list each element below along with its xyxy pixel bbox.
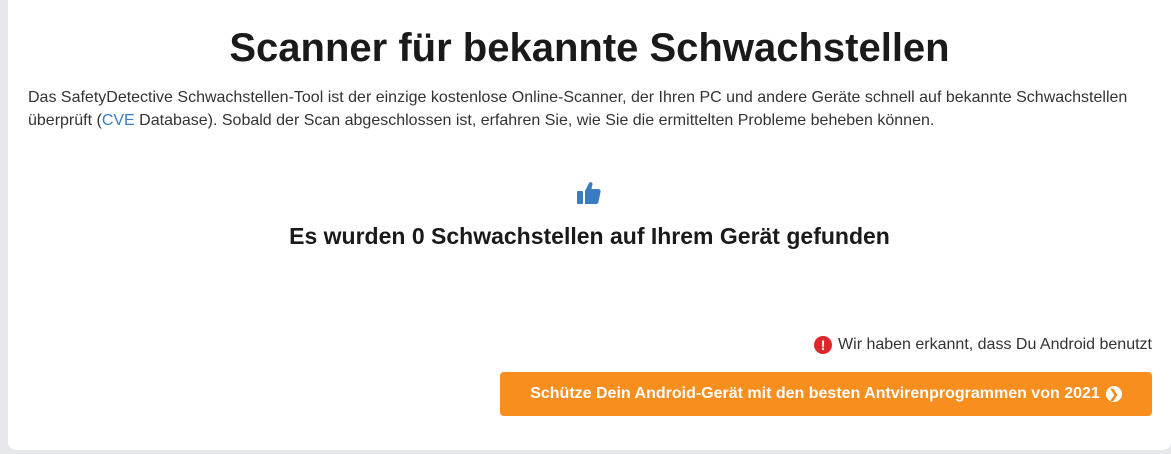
thumbs-up-icon [577,182,601,204]
scanner-card: Scanner für bekannte Schwachstellen Das … [8,0,1171,450]
page-title: Scanner für bekannte Schwachstellen [229,26,950,70]
chevron-circle-right-icon: ❯ [1105,386,1122,402]
intro-text-after: Database). Sobald der Scan abgeschlossen… [134,112,935,129]
result-message: Es wurden 0 Schwachstellen auf Ihrem Ger… [289,223,890,249]
os-detection-text: Wir haben erkannt, dass Du Android benut… [838,336,1152,353]
os-detection-notice: ! Wir haben erkannt, dass Du Android ben… [814,335,1152,355]
cve-link[interactable]: CVE [102,112,135,129]
protect-android-button-label: Schütze Dein Android-Gerät mit den beste… [530,385,1100,402]
alert-icon: ! [814,336,833,354]
intro-paragraph: Das SafetyDetective Schwachstellen-Tool … [28,86,1148,132]
protect-android-button[interactable]: Schütze Dein Android-Gerät mit den beste… [500,372,1152,416]
